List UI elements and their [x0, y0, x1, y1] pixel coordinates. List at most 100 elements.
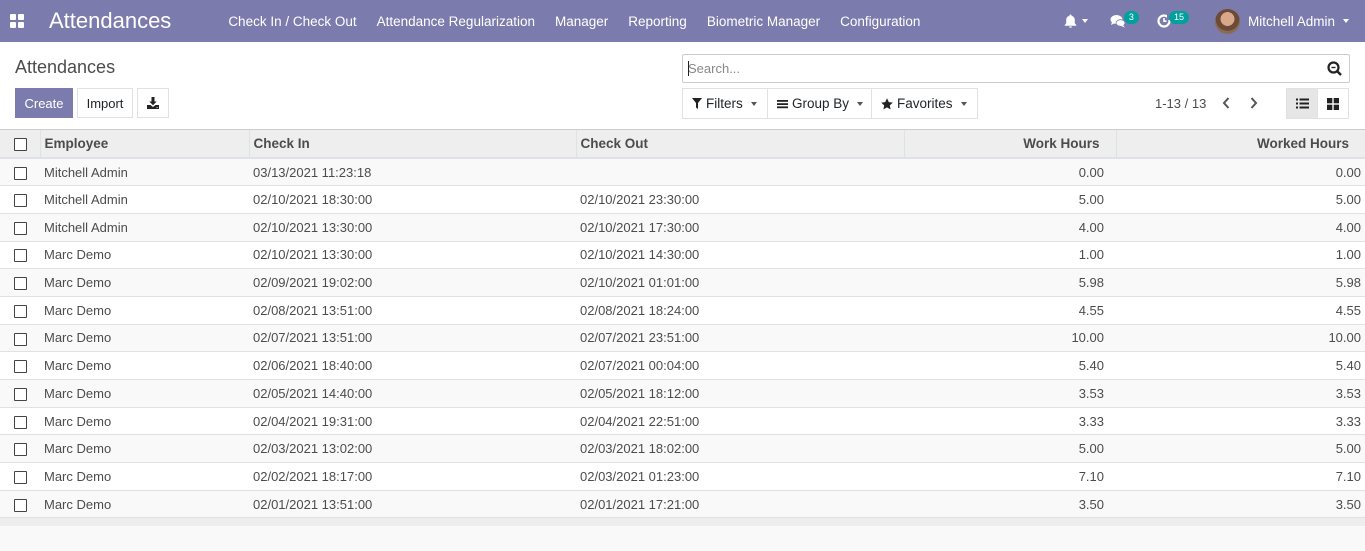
table-row[interactable]: Mitchell Admin 02/10/2021 13:30:00 02/10/2… — [0, 213, 1365, 242]
cell-employee[interactable]: Marc Demo — [40, 434, 249, 464]
table-row[interactable]: Marc Demo 02/01/2021 13:51:00 02/01/2021 1… — [0, 490, 1365, 519]
cell-worked-hours[interactable]: 0.00 — [1116, 158, 1365, 187]
list-view-button[interactable] — [1286, 88, 1318, 119]
messages-button[interactable]: 3 — [1110, 10, 1139, 28]
row-checkbox[interactable] — [14, 387, 27, 401]
cell-check-out[interactable]: 02/05/2021 18:12:00 — [576, 379, 904, 408]
pager-value[interactable]: 1-13 / 13 — [1155, 96, 1206, 111]
cell-check-in[interactable]: 02/07/2021 13:51:00 — [249, 324, 576, 353]
row-checkbox[interactable] — [14, 415, 27, 429]
cell-check-out[interactable]: 02/03/2021 18:02:00 — [576, 434, 904, 464]
cell-employee[interactable]: Marc Demo — [40, 351, 249, 380]
cell-employee[interactable]: Marc Demo — [40, 296, 249, 325]
menu-check-in-check-out[interactable]: Check In / Check Out — [218, 14, 366, 29]
cell-check-in[interactable]: 02/01/2021 13:51:00 — [249, 490, 576, 519]
cell-work-hours[interactable]: 5.00 — [904, 185, 1116, 214]
cell-check-in[interactable]: 02/03/2021 13:02:00 — [249, 434, 576, 464]
table-row[interactable]: Marc Demo 02/02/2021 18:17:00 02/03/2021 0… — [0, 462, 1365, 491]
cell-check-out[interactable]: 02/10/2021 23:30:00 — [576, 185, 904, 214]
column-header-employee[interactable]: Employee — [39, 130, 249, 159]
table-row[interactable]: Mitchell Admin 02/10/2021 18:30:00 02/10/2… — [0, 185, 1365, 214]
user-menu[interactable]: Mitchell Admin — [1214, 8, 1349, 34]
cell-work-hours[interactable]: 4.00 — [904, 213, 1116, 242]
cell-check-in[interactable]: 02/10/2021 13:30:00 — [249, 213, 576, 242]
cell-employee[interactable]: Marc Demo — [40, 268, 249, 297]
cell-employee[interactable]: Marc Demo — [40, 241, 249, 270]
cell-check-out[interactable] — [576, 158, 904, 187]
cell-check-in[interactable]: 02/02/2021 18:17:00 — [249, 462, 576, 491]
table-row[interactable]: Marc Demo 02/10/2021 13:30:00 02/10/2021 1… — [0, 241, 1365, 270]
cell-employee[interactable]: Marc Demo — [40, 324, 249, 353]
cell-worked-hours[interactable]: 5.00 — [1116, 185, 1365, 214]
cell-work-hours[interactable]: 5.98 — [904, 268, 1116, 297]
pager-previous-button[interactable] — [1218, 92, 1234, 114]
menu-biometric-manager[interactable]: Biometric Manager — [697, 14, 830, 29]
menu-manager[interactable]: Manager — [545, 14, 618, 29]
cell-check-in[interactable]: 02/10/2021 18:30:00 — [249, 185, 576, 214]
import-button[interactable]: Import — [77, 88, 133, 118]
cell-work-hours[interactable]: 1.00 — [904, 241, 1116, 270]
cell-work-hours[interactable]: 3.53 — [904, 379, 1116, 408]
cell-employee[interactable]: Mitchell Admin — [40, 213, 249, 242]
cell-work-hours[interactable]: 3.33 — [904, 407, 1116, 436]
favorites-dropdown[interactable]: Favorites — [871, 88, 978, 119]
cell-worked-hours[interactable]: 5.00 — [1116, 434, 1365, 464]
menu-attendance-regularization[interactable]: Attendance Regularization — [367, 14, 545, 29]
cell-worked-hours[interactable]: 1.00 — [1116, 241, 1365, 270]
row-checkbox[interactable] — [14, 332, 27, 346]
pager-next-button[interactable] — [1246, 92, 1262, 114]
cell-check-in[interactable]: 02/06/2021 18:40:00 — [249, 351, 576, 380]
activities-button[interactable]: 15 — [1157, 10, 1189, 28]
notifications-button[interactable] — [1064, 14, 1088, 28]
cell-work-hours[interactable]: 10.00 — [904, 324, 1116, 353]
cell-check-out[interactable]: 02/07/2021 23:51:00 — [576, 324, 904, 353]
cell-worked-hours[interactable]: 3.50 — [1116, 490, 1365, 519]
column-header-work-hours[interactable]: Work Hours — [903, 130, 1116, 159]
menu-reporting[interactable]: Reporting — [618, 14, 697, 29]
create-button[interactable]: Create — [15, 88, 73, 118]
cell-work-hours[interactable]: 4.55 — [904, 296, 1116, 325]
apps-menu-icon[interactable] — [10, 14, 24, 28]
cell-check-out[interactable]: 02/07/2021 00:04:00 — [576, 351, 904, 380]
table-row[interactable]: Marc Demo 02/08/2021 13:51:00 02/08/2021 1… — [0, 296, 1365, 325]
cell-worked-hours[interactable]: 5.98 — [1116, 268, 1365, 297]
cell-work-hours[interactable]: 5.40 — [904, 351, 1116, 380]
filters-dropdown[interactable]: Filters — [682, 88, 768, 119]
cell-employee[interactable]: Mitchell Admin — [40, 158, 249, 187]
cell-check-in[interactable]: 02/10/2021 13:30:00 — [249, 241, 576, 270]
row-checkbox[interactable] — [14, 443, 27, 457]
cell-worked-hours[interactable]: 4.55 — [1116, 296, 1365, 325]
column-header-worked-hours[interactable]: Worked Hours — [1115, 130, 1365, 159]
cell-work-hours[interactable]: 3.50 — [904, 490, 1116, 519]
cell-work-hours[interactable]: 5.00 — [904, 434, 1116, 464]
cell-work-hours[interactable]: 7.10 — [904, 462, 1116, 491]
kanban-view-button[interactable] — [1317, 88, 1349, 119]
cell-employee[interactable]: Mitchell Admin — [40, 185, 249, 214]
cell-check-in[interactable]: 03/13/2021 11:23:18 — [249, 158, 576, 187]
table-row[interactable]: Marc Demo 02/04/2021 19:31:00 02/04/2021 2… — [0, 407, 1365, 436]
cell-check-out[interactable]: 02/08/2021 18:24:00 — [576, 296, 904, 325]
cell-worked-hours[interactable]: 4.00 — [1116, 213, 1365, 242]
row-checkbox[interactable] — [14, 221, 27, 235]
cell-worked-hours[interactable]: 10.00 — [1116, 324, 1365, 353]
search-input[interactable] — [683, 55, 1323, 82]
cell-check-out[interactable]: 02/10/2021 01:01:00 — [576, 268, 904, 297]
cell-check-out[interactable]: 02/10/2021 17:30:00 — [576, 213, 904, 242]
select-all-checkbox[interactable] — [14, 137, 27, 151]
cell-check-in[interactable]: 02/04/2021 19:31:00 — [249, 407, 576, 436]
column-header-check-out[interactable]: Check Out — [575, 130, 904, 159]
search-icon[interactable] — [1323, 58, 1345, 80]
cell-worked-hours[interactable]: 3.33 — [1116, 407, 1365, 436]
row-checkbox[interactable] — [14, 166, 27, 180]
menu-configuration[interactable]: Configuration — [830, 14, 930, 29]
table-row[interactable]: Marc Demo 02/09/2021 19:02:00 02/10/2021 0… — [0, 268, 1365, 297]
table-row[interactable]: Marc Demo 02/07/2021 13:51:00 02/07/2021 2… — [0, 324, 1365, 353]
table-row[interactable]: Mitchell Admin 03/13/2021 11:23:18 0.00 0.0… — [0, 158, 1365, 187]
group-by-dropdown[interactable]: Group By — [767, 88, 875, 119]
cell-worked-hours[interactable]: 7.10 — [1116, 462, 1365, 491]
row-checkbox[interactable] — [14, 194, 27, 208]
cell-worked-hours[interactable]: 5.40 — [1116, 351, 1365, 380]
cell-check-in[interactable]: 02/09/2021 19:02:00 — [249, 268, 576, 297]
cell-employee[interactable]: Marc Demo — [40, 490, 249, 519]
cell-check-in[interactable]: 02/08/2021 13:51:00 — [249, 296, 576, 325]
